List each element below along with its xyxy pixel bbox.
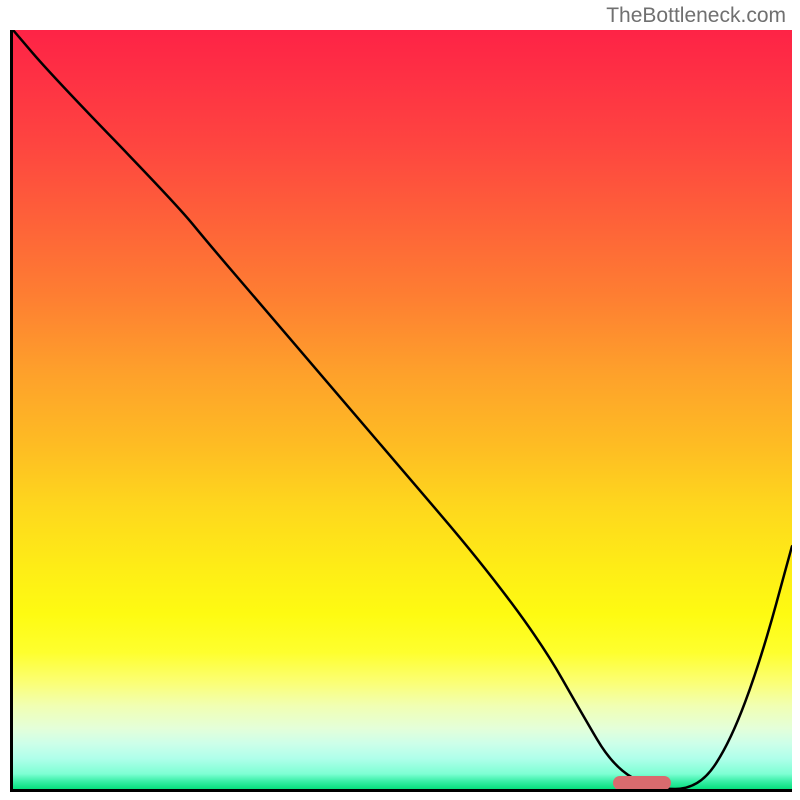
chart-plot-area <box>10 30 792 792</box>
watermark-text: TheBottleneck.com <box>606 4 786 28</box>
bottleneck-curve <box>13 30 792 789</box>
optimal-range-marker <box>613 776 671 790</box>
